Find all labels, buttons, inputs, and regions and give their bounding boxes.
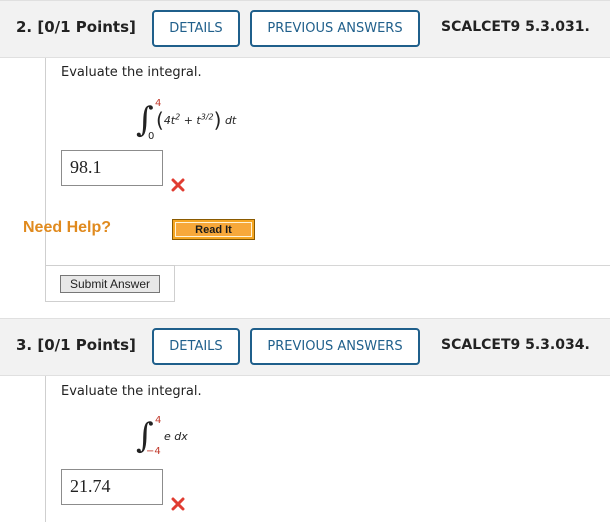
question-3-reference: SCALCET9 5.3.034. [441, 337, 590, 353]
integral-lower-limit: 0 [148, 131, 155, 142]
question-3-prompt: Evaluate the integral. [61, 384, 202, 399]
integral-integrand: (4t2 + t3/2) dt [156, 108, 237, 132]
question-3-header: 3. [0/1 Points] DETAILS PREVIOUS ANSWERS… [0, 318, 610, 376]
question-2-number: 2. [0/1 Points] [16, 18, 136, 36]
integral-upper-limit: 4 [155, 415, 162, 426]
integral-lower-limit: −4 [146, 446, 161, 457]
question-2-integral: ∫ 4 0 (4t2 + t3/2) dt [136, 98, 386, 148]
question-2-previous-answers-button[interactable]: PREVIOUS ANSWERS [250, 10, 420, 47]
submit-answer-button[interactable]: Submit Answer [60, 275, 160, 293]
divider [174, 265, 610, 266]
read-it-label: Read It [175, 222, 252, 237]
question-2-answer-field[interactable]: 98.1 [61, 150, 163, 186]
read-it-button[interactable]: Read It [172, 219, 255, 240]
x-mark-icon [171, 178, 185, 192]
need-help-label: Need Help? [23, 219, 112, 236]
question-3-integral: ∫ 4 −4 e dx [136, 414, 286, 464]
question-2-prompt: Evaluate the integral. [61, 65, 202, 80]
submit-panel: Submit Answer [45, 265, 175, 302]
question-3-previous-answers-button[interactable]: PREVIOUS ANSWERS [250, 328, 420, 365]
integral-integrand: e dx [164, 430, 188, 443]
question-3-details-button[interactable]: DETAILS [152, 328, 240, 365]
question-2-header: 2. [0/1 Points] DETAILS PREVIOUS ANSWERS… [0, 0, 610, 58]
question-3-number: 3. [0/1 Points] [16, 336, 136, 354]
question-3-answer-field[interactable]: 21.74 [61, 469, 163, 505]
question-3-body: Evaluate the integral. ∫ 4 −4 e dx 21.74 [45, 376, 610, 522]
question-2-reference: SCALCET9 5.3.031. [441, 19, 590, 35]
x-mark-icon [171, 497, 185, 511]
question-2-body: Evaluate the integral. ∫ 4 0 (4t2 + t3/2… [45, 58, 610, 265]
question-2-details-button[interactable]: DETAILS [152, 10, 240, 47]
